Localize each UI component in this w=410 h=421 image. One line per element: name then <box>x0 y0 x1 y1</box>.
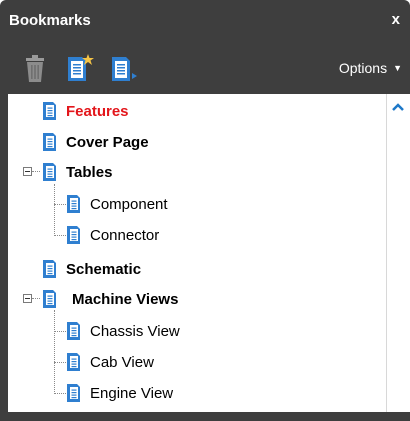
bookmarks-panel: Bookmarks x Options ▼ Features Cover Pag… <box>0 0 410 421</box>
bookmark-label: Cover Page <box>66 133 149 151</box>
bookmark-item-component[interactable]: Component <box>66 191 168 217</box>
bookmark-page-icon <box>66 321 85 341</box>
move-bookmark-icon[interactable] <box>110 53 140 88</box>
collapse-toggle-machine-views[interactable] <box>23 294 32 303</box>
bookmark-item-engine-view[interactable]: Engine View <box>66 380 173 406</box>
bookmark-page-icon <box>42 101 61 121</box>
tree-line <box>54 235 66 236</box>
tree-line <box>54 184 55 236</box>
bookmark-label: Features <box>66 102 129 120</box>
bookmark-item-schematic[interactable]: Schematic <box>42 256 141 282</box>
bookmark-item-chassis-view[interactable]: Chassis View <box>66 318 180 344</box>
tree-line <box>54 393 66 394</box>
options-label: Options <box>338 60 388 76</box>
panel-title: Bookmarks <box>9 12 91 29</box>
bookmark-tree: Features Cover Page Tables Component Con <box>8 94 386 412</box>
chevron-down-icon: ▼ <box>393 63 402 73</box>
bookmark-label: Schematic <box>66 260 142 278</box>
bookmark-page-icon <box>66 352 85 372</box>
bookmark-item-cover-page[interactable]: Cover Page <box>42 129 149 155</box>
new-bookmark-icon[interactable] <box>66 53 96 88</box>
vertical-scrollbar[interactable] <box>386 94 410 412</box>
trash-icon[interactable] <box>24 55 46 88</box>
panel-titlebar: Bookmarks x <box>0 0 410 38</box>
bookmark-page-icon <box>42 259 61 279</box>
bookmark-item-tables[interactable]: Tables <box>42 159 112 185</box>
bookmark-page-icon <box>42 289 61 309</box>
collapse-toggle-tables[interactable] <box>23 167 32 176</box>
bookmark-page-icon <box>42 162 61 182</box>
bookmark-label: Connector <box>90 226 160 244</box>
tree-line <box>54 310 55 394</box>
bookmark-label: Tables <box>66 163 113 181</box>
bookmark-label: Chassis View <box>90 322 180 340</box>
bookmarks-toolbar: Options ▼ <box>0 40 410 92</box>
bookmark-item-machine-views[interactable]: Machine Views <box>42 286 178 312</box>
bookmark-item-cab-view[interactable]: Cab View <box>66 349 154 375</box>
bookmark-page-icon <box>66 383 85 403</box>
bookmark-label: Component <box>90 195 168 213</box>
bookmark-label: Cab View <box>90 353 154 371</box>
tree-line <box>32 171 40 172</box>
bookmark-item-features[interactable]: Features <box>42 98 129 124</box>
bookmark-label: Machine Views <box>72 290 179 308</box>
tree-line <box>54 331 66 332</box>
bookmark-label: Engine View <box>90 384 174 402</box>
scroll-up-arrow-icon[interactable] <box>392 99 404 111</box>
tree-line <box>54 362 66 363</box>
tree-line <box>32 298 40 299</box>
tree-line <box>54 204 66 205</box>
bookmark-page-icon <box>66 225 85 245</box>
options-menu[interactable]: Options ▼ <box>339 60 402 76</box>
bookmark-page-icon <box>66 194 85 214</box>
bookmark-page-icon <box>42 132 61 152</box>
close-button[interactable]: x <box>392 11 400 28</box>
bookmark-item-connector[interactable]: Connector <box>66 222 159 248</box>
